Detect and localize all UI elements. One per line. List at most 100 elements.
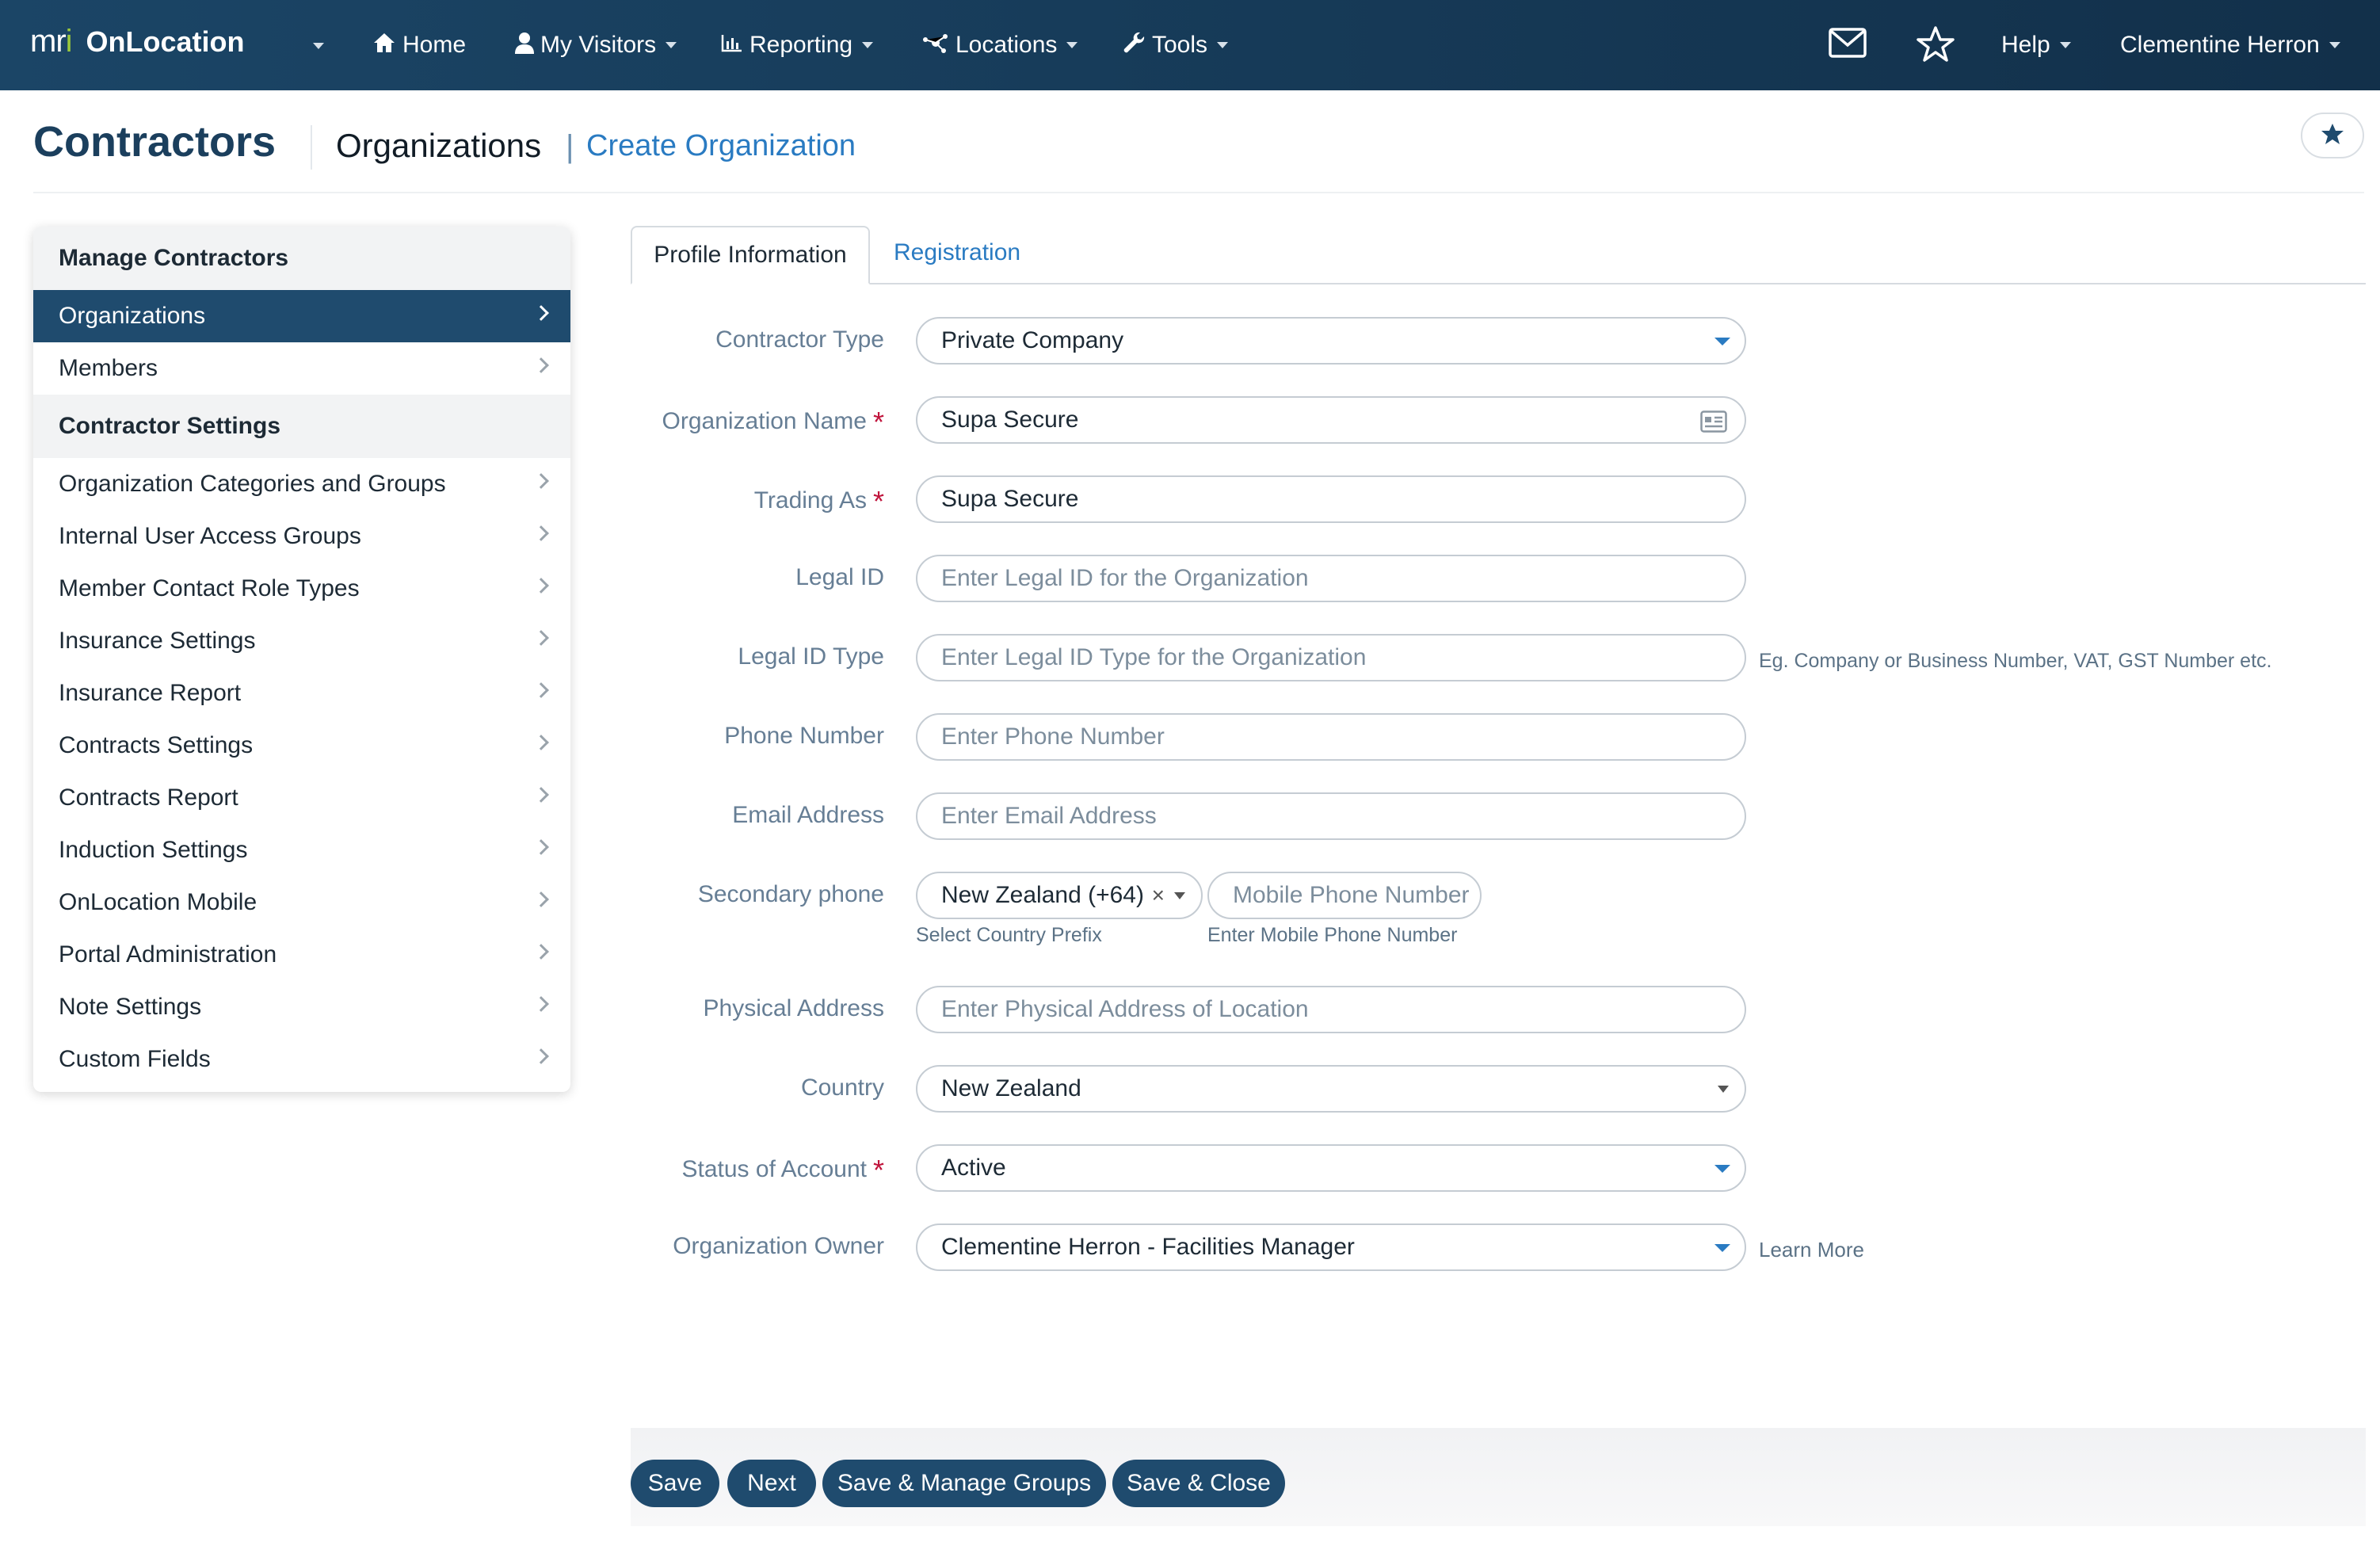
tab-profile-information[interactable]: Profile Information	[631, 226, 870, 284]
sidebar-item-contracts-settings[interactable]: Contracts Settings	[33, 720, 570, 772]
organization-name-value: Supa Secure	[941, 407, 1079, 433]
chevron-right-icon	[533, 305, 549, 321]
nav-reporting[interactable]: Reporting	[721, 0, 874, 90]
home-icon	[372, 32, 396, 59]
tab-registration[interactable]: Registration	[894, 239, 1020, 266]
organization-name-label: Organization Name *	[662, 406, 884, 438]
nav-help-label: Help	[2001, 32, 2050, 58]
mobile-phone-placeholder: Mobile Phone Number	[1233, 882, 1470, 908]
top-navigation-bar: mri OnLocation Home My Visitors Reportin…	[0, 0, 2380, 90]
sidebar-item-insurance-report[interactable]: Insurance Report	[33, 667, 570, 720]
mobile-phone-number-input[interactable]: Mobile Phone Number	[1207, 872, 1482, 919]
sidebar-item-internal-user-access-groups[interactable]: Internal User Access Groups	[33, 510, 570, 563]
nav-home[interactable]: Home	[372, 0, 466, 90]
clear-icon[interactable]: ×	[1152, 883, 1165, 908]
sidebar-item-member-contact-role-types[interactable]: Member Contact Role Types	[33, 563, 570, 615]
physical-address-input[interactable]: Enter Physical Address of Location	[916, 986, 1746, 1033]
star-icon[interactable]	[1916, 25, 1955, 62]
nav-home-label: Home	[402, 32, 467, 58]
sidebar-item-contracts-report[interactable]: Contracts Report	[33, 772, 570, 824]
email-address-label: Email Address	[732, 802, 884, 828]
save-and-manage-groups-button[interactable]: Save & Manage Groups	[822, 1460, 1106, 1507]
sidebar-item-members[interactable]: Members	[33, 342, 570, 395]
sidebar-item-organization-categories[interactable]: Organization Categories and Groups	[33, 458, 570, 510]
nav-user-name: Clementine Herron	[2120, 32, 2320, 58]
chevron-down-icon	[1066, 42, 1078, 48]
nav-locations[interactable]: Locations	[922, 0, 1078, 90]
sidebar-item-induction-settings[interactable]: Induction Settings	[33, 824, 570, 876]
organization-owner-value: Clementine Herron - Facilities Manager	[941, 1234, 1355, 1260]
app-switcher-chevron-icon[interactable]	[313, 43, 324, 49]
chevron-right-icon	[533, 944, 549, 960]
country-prefix-value: New Zealand (+64)	[941, 882, 1144, 908]
legal-id-type-hint: Eg. Company or Business Number, VAT, GST…	[1759, 650, 2272, 672]
dropdown-arrow-icon	[1714, 1165, 1730, 1173]
sidebar-item-onlocation-mobile[interactable]: OnLocation Mobile	[33, 876, 570, 929]
contractor-type-label: Contractor Type	[715, 326, 884, 353]
chevron-down-icon	[666, 42, 677, 48]
trading-as-label: Trading As *	[753, 485, 884, 517]
chevron-right-icon	[533, 578, 549, 594]
save-button[interactable]: Save	[631, 1460, 719, 1507]
organization-name-input[interactable]: Supa Secure	[916, 396, 1746, 444]
sidebar-item-insurance-settings[interactable]: Insurance Settings	[33, 615, 570, 667]
sidebar-item-note-settings[interactable]: Note Settings	[33, 981, 570, 1033]
sidebar-item-label: Contracts Report	[59, 784, 238, 811]
learn-more-link[interactable]: Learn More	[1759, 1238, 1864, 1262]
legal-id-type-input[interactable]: Enter Legal ID Type for the Organization	[916, 634, 1746, 681]
trading-as-input[interactable]: Supa Secure	[916, 475, 1746, 523]
wrench-icon	[1123, 32, 1146, 59]
chevron-down-icon	[2329, 42, 2340, 48]
save-and-close-button[interactable]: Save & Close	[1112, 1460, 1285, 1507]
nav-my-visitors-label: My Visitors	[540, 32, 657, 58]
status-of-account-label: Status of Account *	[681, 1154, 885, 1186]
nav-user-menu[interactable]: Clementine Herron	[2120, 0, 2340, 90]
required-asterisk: *	[872, 485, 884, 517]
phone-number-input[interactable]: Enter Phone Number	[916, 713, 1746, 761]
dropdown-arrow-icon	[1714, 1244, 1730, 1252]
nav-tools[interactable]: Tools	[1123, 0, 1229, 90]
chevron-right-icon	[533, 891, 549, 907]
phone-number-label: Phone Number	[724, 723, 884, 749]
sidebar-item-label: Internal User Access Groups	[59, 523, 361, 549]
create-organization-link[interactable]: Create Organization	[586, 129, 856, 163]
locations-icon	[922, 32, 949, 59]
sidebar-item-label: Insurance Settings	[59, 628, 256, 654]
sidebar-item-organizations[interactable]: Organizations	[33, 290, 570, 342]
id-card-icon	[1700, 410, 1727, 439]
chevron-down-icon	[2059, 42, 2071, 48]
sidebar-item-label: Custom Fields	[59, 1046, 211, 1072]
country-prefix-select[interactable]: New Zealand (+64) ×	[916, 872, 1203, 919]
favorite-button[interactable]	[2301, 113, 2364, 158]
email-address-input[interactable]: Enter Email Address	[916, 792, 1746, 840]
chevron-right-icon	[533, 1048, 549, 1064]
nav-reporting-label: Reporting	[749, 32, 853, 58]
sidebar-item-portal-administration[interactable]: Portal Administration	[33, 929, 570, 981]
sidebar-section-contractor-settings: Contractor Settings	[33, 395, 570, 458]
chevron-right-icon	[533, 996, 549, 1012]
contractor-type-select[interactable]: Private Company	[916, 317, 1746, 365]
sidebar-item-custom-fields[interactable]: Custom Fields	[33, 1033, 570, 1086]
organization-owner-select[interactable]: Clementine Herron - Facilities Manager	[916, 1223, 1746, 1271]
nav-my-visitors[interactable]: My Visitors	[515, 0, 677, 90]
chevron-right-icon	[533, 787, 549, 803]
brand[interactable]: mri OnLocation	[30, 24, 245, 59]
legal-id-label: Legal ID	[795, 564, 884, 590]
sidebar-item-label: Insurance Report	[59, 680, 242, 706]
country-select[interactable]: New Zealand	[916, 1065, 1746, 1113]
legal-id-placeholder: Enter Legal ID for the Organization	[941, 565, 1309, 591]
sidebar-item-label: Organization Categories and Groups	[59, 471, 446, 497]
header-divider	[311, 125, 312, 170]
legal-id-type-label: Legal ID Type	[738, 643, 884, 670]
nav-help[interactable]: Help	[2001, 0, 2071, 90]
breadcrumb-organizations: Organizations	[336, 127, 542, 164]
sidebar-item-label: OnLocation Mobile	[59, 889, 257, 915]
mobile-phone-hint: Enter Mobile Phone Number	[1207, 924, 1458, 946]
required-asterisk: *	[872, 1154, 884, 1186]
next-button[interactable]: Next	[727, 1460, 816, 1507]
chevron-right-icon	[533, 473, 549, 489]
legal-id-input[interactable]: Enter Legal ID for the Organization	[916, 555, 1746, 602]
status-of-account-select[interactable]: Active	[916, 1144, 1746, 1192]
user-icon	[515, 32, 534, 59]
mail-icon[interactable]	[1829, 27, 1867, 62]
